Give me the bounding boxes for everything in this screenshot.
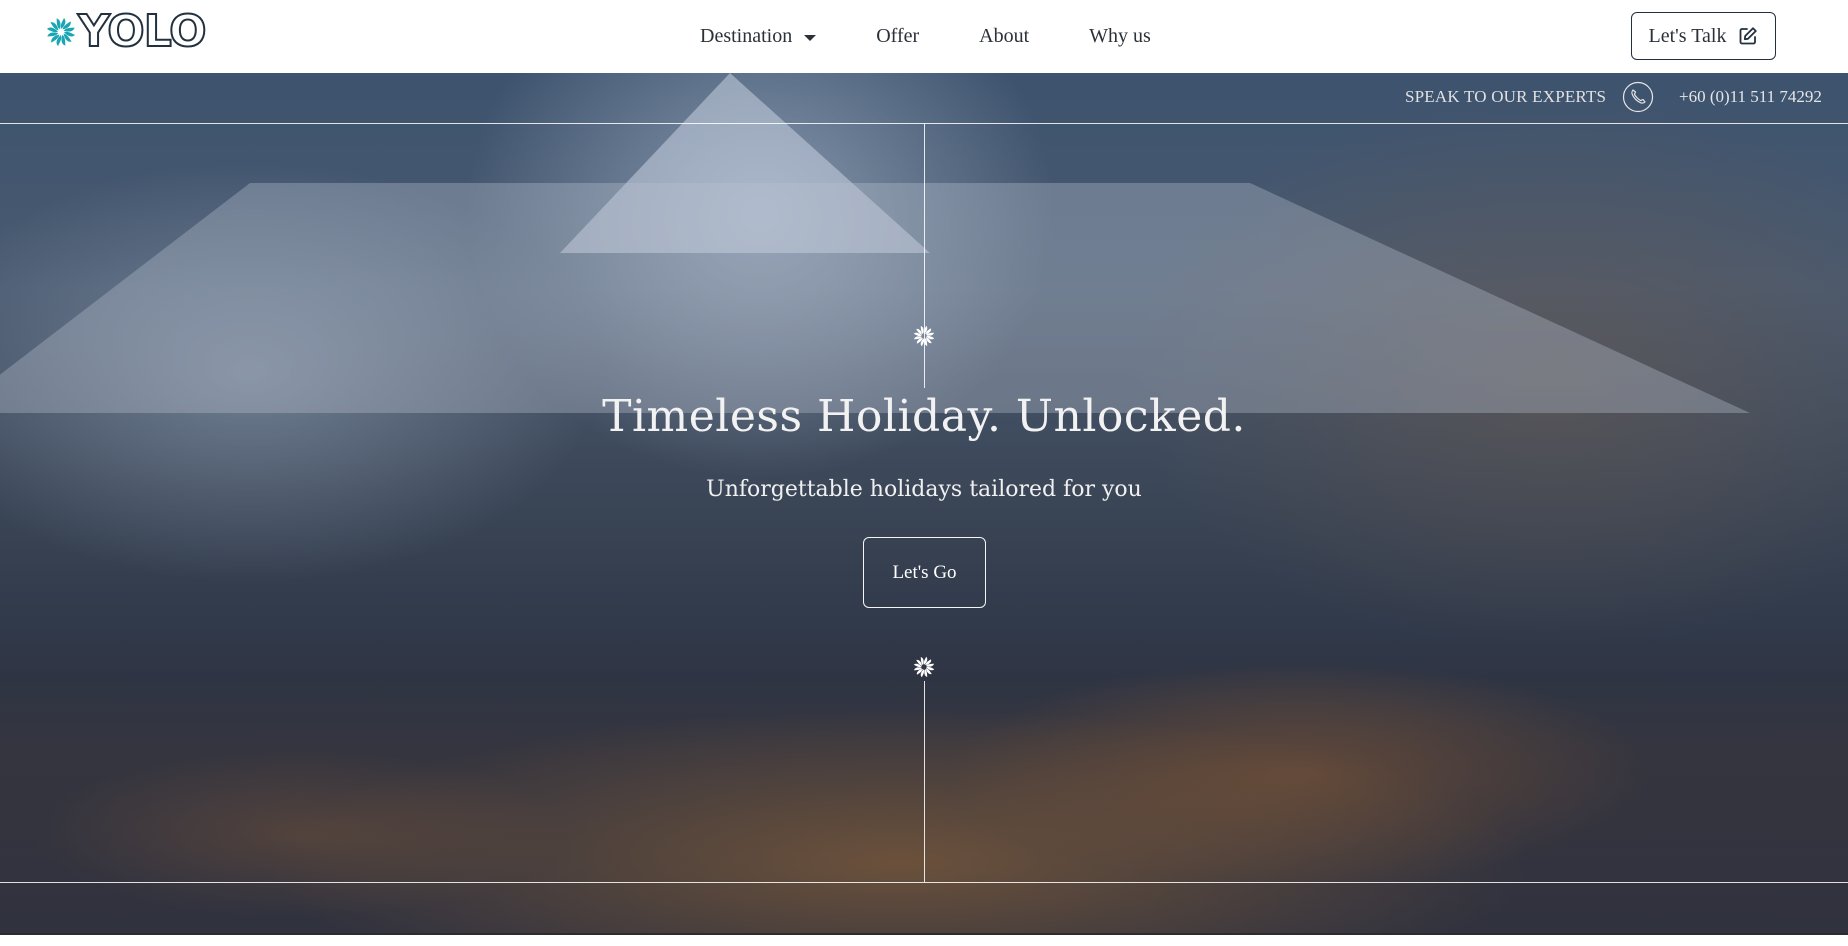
- nav-item-label: Offer: [876, 25, 920, 47]
- main-nav: Destination Offer About Why us: [700, 0, 1211, 73]
- phone-icon[interactable]: [1622, 81, 1654, 113]
- swirl-logo-icon: [46, 17, 76, 47]
- swirl-icon: [913, 325, 935, 347]
- nav-item-about[interactable]: About: [979, 25, 1029, 48]
- nav-item-offer[interactable]: Offer: [876, 25, 919, 48]
- swirl-icon: [913, 656, 935, 678]
- hero-section: SPEAK TO OUR EXPERTS +60 (0)11 511 74292…: [0, 73, 1848, 933]
- nav-item-label: Destination: [700, 25, 793, 47]
- nav-item-label: Why us: [1089, 25, 1151, 47]
- nav-item-label: About: [979, 25, 1030, 47]
- lets-go-button[interactable]: Let's Go: [863, 537, 986, 608]
- edit-icon: [1740, 27, 1758, 45]
- phone-number[interactable]: +60 (0)11 511 74292: [1679, 87, 1822, 107]
- lets-talk-button[interactable]: Let's Talk: [1631, 12, 1776, 60]
- hero-vertical-line-bottom: [924, 681, 925, 882]
- hero-subtitle: Unforgettable holidays tailored for you: [706, 477, 1142, 502]
- hero-divider-bottom: [0, 882, 1848, 883]
- site-header: YOLO Destination Offer About Why us Let'…: [0, 0, 1848, 73]
- hero-vertical-line-top: [924, 123, 925, 388]
- speak-to-experts-label: SPEAK TO OUR EXPERTS: [1405, 87, 1607, 106]
- lets-talk-label: Let's Talk: [1648, 24, 1727, 47]
- nav-item-why-us[interactable]: Why us: [1089, 25, 1151, 48]
- page-bottom-edge: [0, 933, 1848, 946]
- brand-logo[interactable]: YOLO: [46, 6, 208, 57]
- lets-go-label: Let's Go: [892, 561, 957, 583]
- brand-wordmark: YOLO: [77, 6, 208, 57]
- nav-item-destination[interactable]: Destination: [700, 25, 817, 48]
- hero-title: Timeless Holiday. Unlocked.: [602, 391, 1246, 442]
- hero-background-ridge: [0, 183, 1750, 413]
- caret-down-icon: [804, 34, 817, 41]
